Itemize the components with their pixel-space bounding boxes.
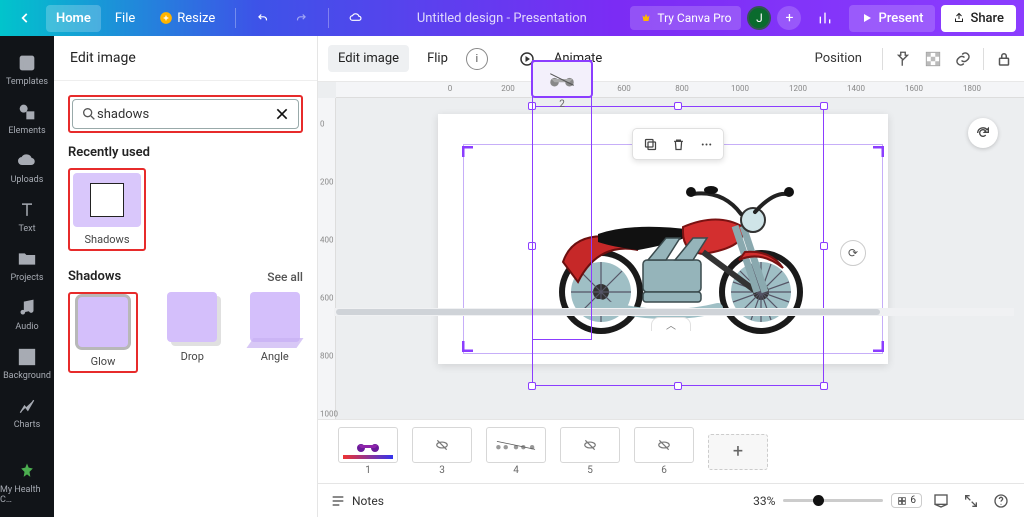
handle-bm[interactable] [674,382,682,390]
ctx-position[interactable]: Position [805,45,872,72]
ruler-horizontal: 0 200 400 600 800 1000 1200 1400 1600 18… [336,82,1024,98]
rail-elements[interactable]: Elements [0,93,54,142]
ruler-vertical: 0 200 400 600 800 1000 [318,98,336,419]
side-rail: Templates Elements Uploads Text Projects… [0,36,54,517]
effect-drop-label: Drop [181,350,204,363]
ctx-edit-image[interactable]: Edit image [328,45,409,72]
duplicate-icon[interactable] [637,133,663,155]
stage: Edit image Flip i Animate Position 0 200… [318,36,1024,517]
back-button[interactable] [8,5,42,31]
rail-templates[interactable]: Templates [0,44,54,93]
effect-drop[interactable]: Drop [164,292,221,373]
recently-used-title: Recently used [68,145,303,160]
handle-bl[interactable] [528,382,536,390]
refresh-button[interactable] [968,118,998,148]
page-thumb-5[interactable]: 5 [560,427,620,476]
more-icon[interactable] [693,133,719,155]
shadows-section-title: Shadows [68,269,121,284]
top-bar: Home File Resize Untitled design - Prese… [0,0,1024,36]
link-icon[interactable] [953,49,973,69]
page-count-badge[interactable]: 6 [891,493,922,508]
help-icon[interactable] [990,490,1012,512]
page-strip: 1 2 3 4 5 6 + [318,419,1024,483]
cloud-status-icon[interactable] [339,5,373,31]
search-highlight [68,95,303,133]
fullscreen-icon[interactable] [960,490,982,512]
doc-title[interactable]: Untitled design - Presentation [373,11,630,26]
search-box[interactable] [72,99,299,129]
ctx-flip[interactable]: Flip [417,45,458,72]
try-pro-button[interactable]: Try Canva Pro [630,6,741,30]
search-icon [81,106,97,122]
grid-view-icon[interactable] [930,490,952,512]
add-member-button[interactable]: + [777,6,801,30]
rail-text[interactable]: Text [0,191,54,240]
handle-br[interactable] [820,382,828,390]
see-all-link[interactable]: See all [267,270,303,284]
file-menu[interactable]: File [105,5,145,32]
expand-pages-icon[interactable]: ︿ [651,317,691,331]
rail-background[interactable]: Background [0,338,54,387]
rail-apps[interactable]: My Health C… [0,452,54,511]
rotate-handle[interactable]: ⟳ [840,240,866,266]
insights-icon[interactable] [807,4,843,32]
rail-audio[interactable]: Audio [0,289,54,338]
edit-image-panel: Edit image Recently used Shadows Shadows… [54,36,318,517]
rail-uploads[interactable]: Uploads [0,142,54,191]
ctx-info-icon[interactable]: i [466,48,488,70]
handle-tm[interactable] [674,102,682,110]
page-thumb-3[interactable]: 3 [412,427,472,476]
home-button[interactable]: Home [46,5,101,32]
page-thumb-4[interactable]: 4 [486,427,546,476]
present-button[interactable]: Present [849,5,935,32]
page-thumb-6[interactable]: 6 [634,427,694,476]
canvas-area[interactable]: 0 200 400 600 800 1000 1200 1400 1600 18… [318,82,1024,419]
effect-glow-label: Glow [91,355,116,368]
context-toolbar: Edit image Flip i Animate Position [318,36,1024,82]
effect-angle[interactable]: Angle [247,292,304,373]
undo-button[interactable] [246,5,280,31]
recent-shadows-label: Shadows [73,233,141,246]
redo-button[interactable] [284,5,318,31]
page-thumb-1[interactable]: 1 [338,427,398,476]
transparency-icon[interactable] [923,49,943,69]
avatar[interactable]: J [747,6,771,30]
recent-shadows-tile[interactable] [73,173,141,227]
share-button[interactable]: Share [941,5,1016,32]
floating-toolbar [632,128,724,160]
copy-style-icon[interactable] [893,49,913,69]
zoom-slider[interactable] [783,499,883,502]
lock-icon[interactable] [994,49,1014,69]
delete-icon[interactable] [665,133,691,155]
page-thumb-2[interactable]: 2 [532,60,592,340]
notes-toggle[interactable]: Notes [330,493,384,509]
glow-highlight: Glow [68,292,138,373]
handle-tr[interactable] [820,102,828,110]
footer-bar: Notes 33% 6 [318,483,1024,517]
zoom-label[interactable]: 33% [753,494,775,508]
search-input[interactable] [97,107,274,122]
rail-projects[interactable]: Projects [0,240,54,289]
handle-mr[interactable] [820,242,828,250]
resize-button[interactable]: Resize [149,5,225,32]
effect-angle-label: Angle [261,350,289,363]
recent-shadows-highlight: Shadows [68,168,146,251]
add-page-button[interactable]: + [708,434,768,470]
h-scrollbar[interactable] [334,308,1014,316]
rail-charts[interactable]: Charts [0,387,54,436]
effect-glow[interactable]: Glow [73,297,133,368]
panel-title: Edit image [54,36,317,81]
clear-search-icon[interactable] [274,106,290,122]
